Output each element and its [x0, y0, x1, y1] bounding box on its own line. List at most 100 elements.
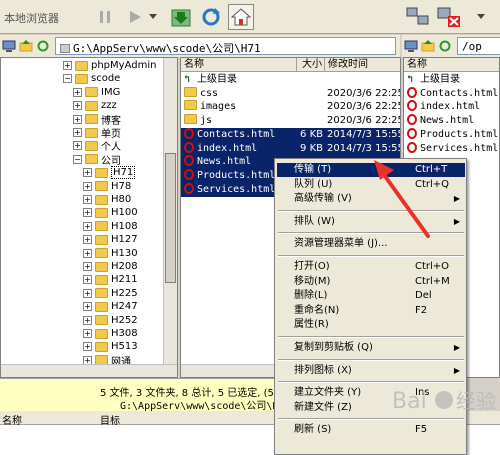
download-icon[interactable]	[168, 4, 194, 30]
tree-hscrollbar[interactable]	[1, 364, 177, 377]
file-row[interactable]: css 2020/3/6 22:25	[181, 86, 401, 101]
tree-item[interactable]: + H247	[83, 300, 138, 313]
menu-item-label: 刷新 (S)	[294, 424, 332, 436]
expand-icon[interactable]: +	[83, 181, 92, 191]
tree-item[interactable]: + H71	[83, 166, 136, 180]
expand-icon[interactable]: +	[83, 315, 92, 325]
remote-file-row[interactable]: Contacts.html	[404, 86, 498, 101]
expand-icon[interactable]: +	[83, 302, 92, 312]
file-row[interactable]: images 2020/3/6 22:25	[181, 100, 400, 114]
expand-icon[interactable]: +	[83, 235, 92, 245]
menu-item[interactable]: 删除(L) Del	[277, 289, 465, 303]
expand-icon[interactable]: +	[83, 262, 92, 271]
tree-item[interactable]: + zzz	[73, 99, 117, 112]
tree-scroll-thumb[interactable]	[165, 153, 176, 283]
column-name[interactable]: 名称	[181, 58, 297, 72]
remote-path-input[interactable]: /op	[457, 37, 500, 55]
tree-item[interactable]: + IMG	[73, 86, 120, 99]
tree-item[interactable]: + H100	[83, 206, 138, 219]
tree-item[interactable]: + H308	[83, 327, 138, 340]
local-address-bar: G:\AppServ\www\scode\公司\H71	[0, 35, 400, 57]
tree-item[interactable]: + 博客	[73, 113, 121, 127]
collapse-icon[interactable]: −	[63, 74, 72, 84]
local-browser-label[interactable]: 本地浏览器	[4, 10, 59, 26]
tree-item[interactable]: + 单页	[73, 126, 121, 140]
tree-item[interactable]: + 个人	[73, 139, 121, 153]
expand-icon[interactable]: +	[83, 168, 92, 178]
menu-item[interactable]: 重命名(N) F2	[277, 304, 465, 318]
file-date: 2020/3/6 22:25	[327, 87, 401, 99]
computer-icon[interactable]	[2, 39, 16, 53]
tree-item[interactable]: + phpMyAdmin	[63, 59, 156, 72]
expand-icon[interactable]: +	[83, 248, 92, 258]
expand-icon[interactable]: +	[83, 275, 92, 285]
pause-icon[interactable]	[92, 4, 118, 30]
local-path-input[interactable]: G:\AppServ\www\scode\公司\H71	[55, 37, 396, 55]
file-row[interactable]: ↰ 上级目录	[181, 73, 400, 87]
tree-item[interactable]: + H513	[83, 340, 138, 353]
tree-item[interactable]: + H78	[83, 180, 131, 193]
menu-item[interactable]: 复制到剪贴板 (Q) ▶	[277, 341, 465, 355]
chevron-down-icon[interactable]	[468, 4, 494, 30]
menu-item[interactable]: 移动(M) Ctrl+M	[277, 275, 465, 289]
refresh-small-icon[interactable]	[36, 39, 50, 53]
tree-item-label: IMG	[101, 86, 121, 98]
expand-icon[interactable]: +	[83, 329, 92, 338]
menu-shortcut: Ctrl+M	[415, 275, 450, 287]
remote-column-name[interactable]: 名称	[404, 58, 499, 72]
tree-item[interactable]: + H127	[83, 233, 138, 246]
tree-scrollbar[interactable]	[163, 58, 177, 364]
expand-icon[interactable]: +	[73, 114, 82, 124]
remote-file-row[interactable]: ↰ 上级目录	[404, 73, 460, 87]
menu-item[interactable]: 打开(O) Ctrl+O	[277, 260, 465, 274]
remote-file-row[interactable]: News.html	[404, 114, 474, 128]
tree-item[interactable]: − scode	[63, 72, 120, 85]
file-row[interactable]: js 2020/3/6 22:25	[181, 114, 400, 128]
remote-file-row[interactable]: Products.html	[404, 127, 498, 142]
tree-item[interactable]: + H80	[83, 193, 131, 206]
html-file-icon	[407, 114, 417, 126]
expand-icon[interactable]: +	[83, 221, 92, 231]
tree-item[interactable]: + H211	[83, 273, 138, 286]
collapse-icon[interactable]: −	[73, 154, 82, 164]
expand-icon[interactable]: +	[83, 288, 92, 298]
computer-icon[interactable]	[404, 39, 418, 53]
expand-icon[interactable]: +	[83, 208, 92, 218]
expand-icon[interactable]: +	[83, 342, 92, 352]
tree-item-label: scode	[91, 73, 121, 85]
tree-item[interactable]: + H252	[83, 314, 138, 327]
expand-icon[interactable]: +	[73, 87, 82, 97]
menu-item[interactable]: 属性(R)	[277, 318, 465, 332]
refresh-small-icon[interactable]	[438, 39, 452, 53]
expand-icon[interactable]: +	[83, 195, 92, 204]
file-size: 6 KB	[300, 128, 323, 140]
chevron-down-icon[interactable]	[146, 4, 160, 30]
tree-item[interactable]: − 公司	[73, 153, 121, 167]
folder-tree[interactable]: + phpMyAdmin − scode + IMG + zzz + 博客 + 单页 + 个人 − 公司 + H7…	[0, 57, 178, 378]
tree-item[interactable]: + H108	[83, 220, 138, 233]
file-row[interactable]: Contacts.html 6 KB 2014/7/3 15:55	[181, 127, 401, 142]
tree-item[interactable]: + H208	[83, 260, 138, 273]
tree-item[interactable]: + H225	[83, 287, 138, 300]
column-modified[interactable]: 修改时间	[325, 58, 400, 72]
refresh-icon[interactable]	[198, 4, 224, 30]
network-icon[interactable]	[405, 4, 431, 30]
home-icon[interactable]	[228, 4, 254, 30]
tree-item[interactable]: + H130	[83, 247, 138, 260]
folder-up-icon[interactable]	[19, 39, 33, 53]
menu-item[interactable]: 排列图标 (X) ▶	[277, 364, 465, 378]
file-name: Products.html	[184, 168, 275, 183]
column-size[interactable]: 大小	[297, 58, 325, 72]
menu-item[interactable]: 刷新 (S) F5	[277, 423, 465, 437]
play-icon[interactable]	[122, 4, 148, 30]
remote-file-row[interactable]: index.html	[404, 100, 480, 114]
expand-icon[interactable]: +	[73, 128, 82, 137]
expand-icon[interactable]: +	[73, 101, 82, 111]
file-date: 2014/7/3 15:55	[327, 128, 401, 140]
menu-item-label: 复制到剪贴板 (Q)	[294, 342, 373, 353]
expand-icon[interactable]: +	[73, 141, 82, 151]
folder-up-icon[interactable]	[421, 39, 435, 53]
expand-icon[interactable]: +	[63, 61, 72, 70]
file-name: index.html	[184, 141, 257, 156]
disconnect-icon[interactable]	[436, 4, 462, 30]
